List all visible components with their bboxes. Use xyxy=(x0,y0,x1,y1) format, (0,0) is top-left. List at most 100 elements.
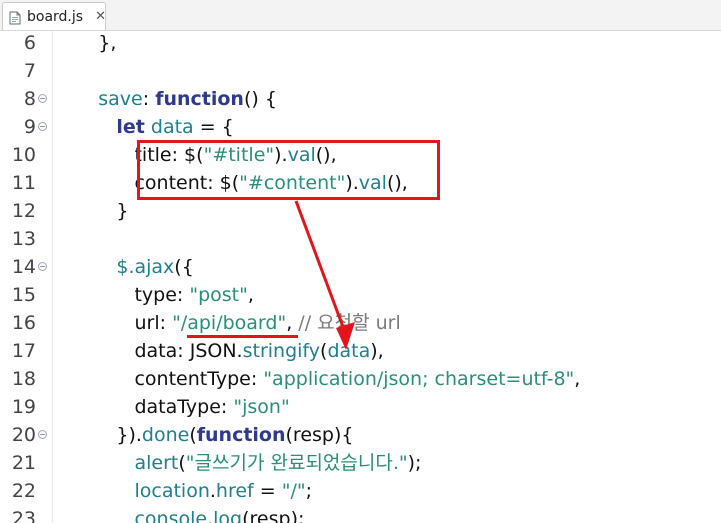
code-token: ), xyxy=(370,340,384,362)
fold-toggle-icon[interactable]: − xyxy=(38,262,47,271)
tab-label: board.js xyxy=(27,8,84,25)
line-number: 13 xyxy=(11,228,36,250)
code-token: (resp){ xyxy=(285,424,354,446)
tab-board-js[interactable]: board.js ✕ xyxy=(2,2,106,30)
fold-toggle-icon[interactable]: − xyxy=(38,430,47,439)
code-text: let data = { xyxy=(62,113,234,141)
code-line[interactable]: 9− let data = { xyxy=(0,113,721,141)
code-line[interactable]: 6 }, xyxy=(0,31,721,57)
code-token: function xyxy=(196,424,286,446)
code-token: = { xyxy=(193,116,234,138)
code-line[interactable]: 22 location.href = "/"; xyxy=(0,477,721,505)
code-token: (resp); xyxy=(242,508,305,523)
close-icon[interactable]: ✕ xyxy=(95,9,106,24)
line-number: 23 xyxy=(11,508,36,523)
code-token: data: JSON. xyxy=(62,340,243,362)
line-number: 14 xyxy=(11,256,36,278)
line-number: 8 xyxy=(23,88,36,110)
code-line[interactable]: 16 url: "/api/board", // 요청할 url xyxy=(0,309,721,337)
code-token: "글쓰기가 완료되었습니다." xyxy=(185,452,408,474)
code-line[interactable]: 21 alert("글쓰기가 완료되었습니다."); xyxy=(0,449,721,477)
line-number: 9 xyxy=(23,116,36,138)
code-token: data xyxy=(327,340,371,362)
code-token: data xyxy=(150,116,194,138)
code-token: url: xyxy=(62,312,173,334)
code-token: stringify xyxy=(242,340,321,362)
code-token: () { xyxy=(243,88,277,110)
code-text: url: "/api/board", // 요청할 url xyxy=(62,309,401,337)
code-editor[interactable]: 6 }, 7 8− save: function() {9− let data = … xyxy=(0,31,721,523)
code-text: type: "post", xyxy=(62,281,254,309)
line-number: 12 xyxy=(11,200,36,222)
code-token: "application/json; charset=utf-8" xyxy=(263,368,575,390)
code-token: ( xyxy=(189,424,197,446)
code-token: href xyxy=(215,480,254,502)
fold-toggle-icon[interactable]: − xyxy=(38,94,47,103)
line-number: 10 xyxy=(11,144,36,166)
code-token: ); xyxy=(407,452,422,474)
code-line[interactable]: 12 } xyxy=(0,197,721,225)
code-token: ; xyxy=(305,480,313,502)
code-text: alert("글쓰기가 완료되었습니다."); xyxy=(62,449,421,477)
fold-toggle-icon[interactable]: − xyxy=(38,122,47,131)
code-text: data: JSON.stringify(data), xyxy=(62,337,384,365)
code-line[interactable]: 17 data: JSON.stringify(data), xyxy=(0,337,721,365)
url-underline xyxy=(187,335,298,338)
code-text: location.href = "/"; xyxy=(62,477,312,505)
code-token: type: xyxy=(62,284,190,306)
code-line[interactable]: 19 dataType: "json" xyxy=(0,393,721,421)
code-token: } xyxy=(62,200,129,222)
code-token: function xyxy=(155,88,244,110)
line-number: 22 xyxy=(11,480,36,502)
code-token: contentType: xyxy=(62,368,264,390)
code-text: }, xyxy=(62,31,116,57)
code-line[interactable]: 8− save: function() { xyxy=(0,85,721,113)
code-text: console.log(resp); xyxy=(62,505,304,523)
code-token: console xyxy=(134,508,208,523)
code-token: , xyxy=(574,368,581,390)
code-token: alert xyxy=(134,452,179,474)
line-number: 20 xyxy=(11,424,36,446)
code-line[interactable]: 14− $.ajax({ xyxy=(0,253,721,281)
code-token: save xyxy=(98,88,143,110)
code-token: }). xyxy=(62,424,142,446)
code-token: , xyxy=(247,284,254,306)
code-line[interactable]: 7 xyxy=(0,57,721,85)
code-line[interactable]: 15 type: "post", xyxy=(0,281,721,309)
line-number: 15 xyxy=(11,284,36,306)
code-token: ({ xyxy=(174,256,194,278)
line-number: 21 xyxy=(11,452,36,474)
code-text: $.ajax({ xyxy=(62,253,194,281)
js-file-icon xyxy=(9,10,21,24)
code-text: dataType: "json" xyxy=(62,393,290,421)
line-number: 11 xyxy=(11,172,36,194)
code-token: dataType: xyxy=(62,396,234,418)
code-line[interactable]: 18 contentType: "application/json; chars… xyxy=(0,365,721,393)
code-token: : xyxy=(142,88,156,110)
code-text: } xyxy=(62,197,128,225)
code-line[interactable]: 20− }).done(function(resp){ xyxy=(0,421,721,449)
code-text: contentType: "application/json; charset=… xyxy=(62,365,580,393)
line-number: 17 xyxy=(11,340,36,362)
editor-tab-bar: board.js ✕ xyxy=(0,0,721,31)
code-token: location xyxy=(134,480,210,502)
code-line[interactable]: 23 console.log(resp); xyxy=(0,505,721,523)
code-token: // 요청할 url xyxy=(298,312,401,334)
code-line[interactable]: 13 xyxy=(0,225,721,253)
code-token: "json" xyxy=(233,396,290,418)
code-token: ( xyxy=(178,452,186,474)
code-token: "/" xyxy=(281,480,306,502)
code-token: "post" xyxy=(189,284,248,306)
highlight-box xyxy=(137,140,440,200)
code-text: }).done(function(resp){ xyxy=(62,421,353,449)
line-number: 16 xyxy=(11,312,36,334)
code-token: }, xyxy=(62,32,117,54)
code-token: log xyxy=(213,508,243,523)
code-token: "/api/board" xyxy=(172,312,287,334)
